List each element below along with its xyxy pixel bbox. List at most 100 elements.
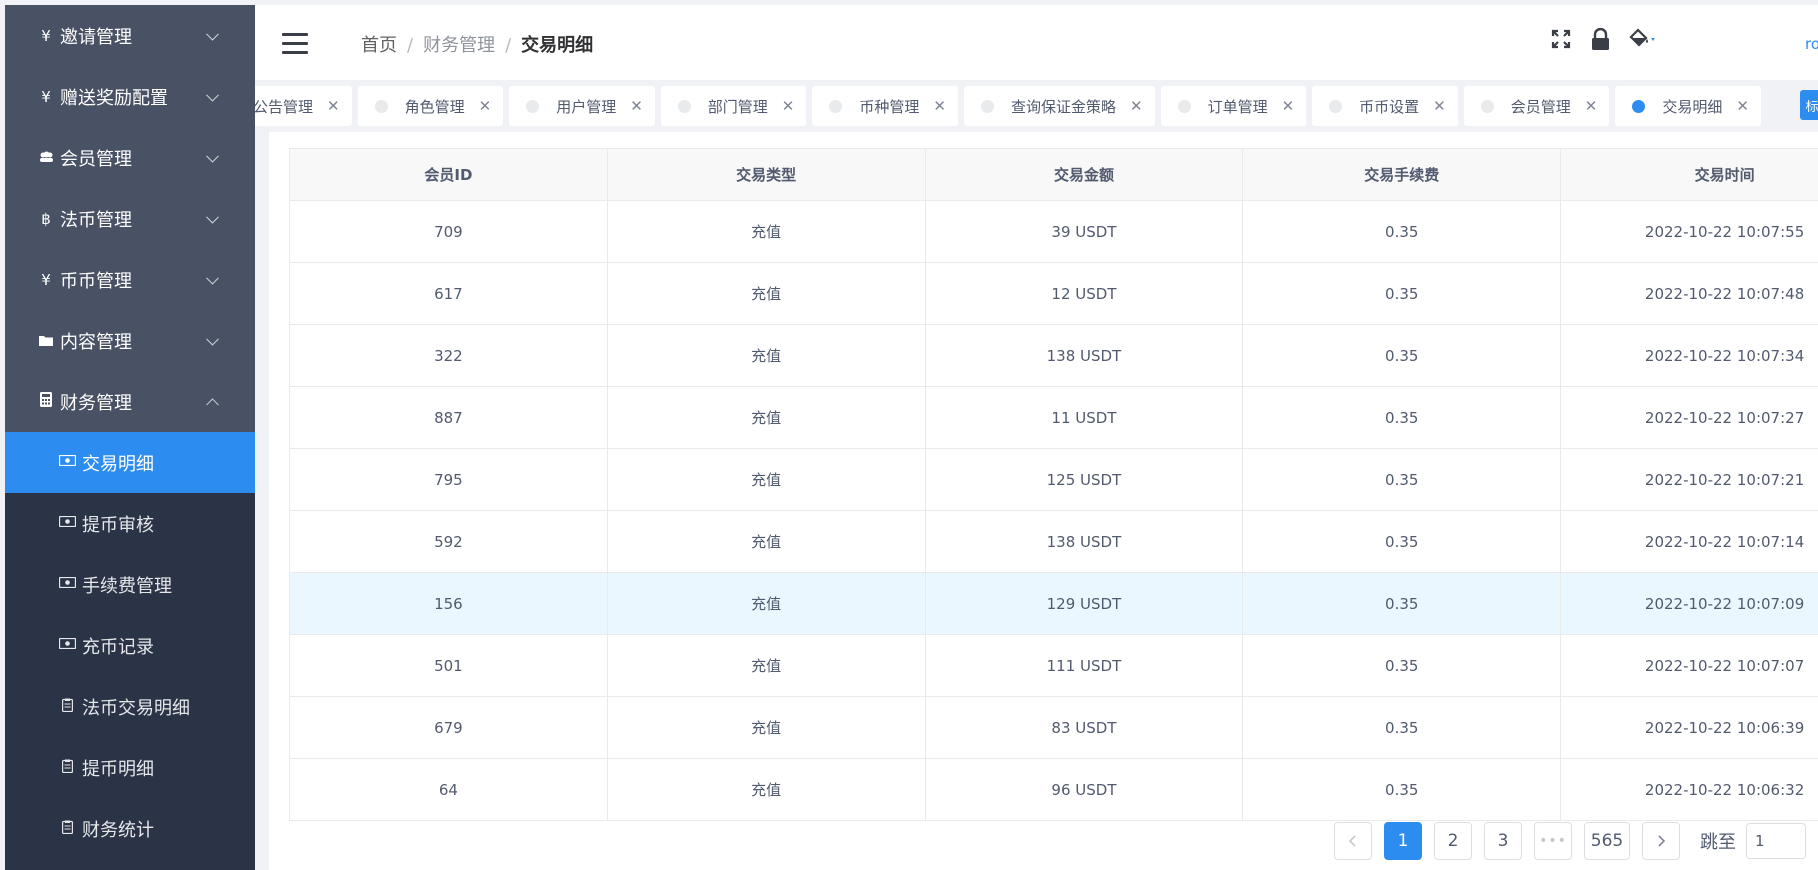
close-icon[interactable]: ✕ [933,97,946,115]
cell-member-id: 709 [289,200,608,263]
tab-status-dot [677,99,691,113]
cell-member-id: 617 [289,262,608,325]
menu-reward-config[interactable]: ¥ 赠送奖励配置 [5,66,255,127]
calculator-icon [36,392,56,411]
menu-coin[interactable]: ¥ 币币管理 [5,249,255,310]
tab-members[interactable]: 会员管理 ✕ [1463,86,1610,126]
menu-fiat[interactable]: ฿ 法币管理 [5,188,255,249]
table-row[interactable]: 709 充值 39 USDT 0.35 2022-10-22 10:07:55 [289,200,1818,263]
fullscreen-icon[interactable] [1550,27,1572,51]
table-row[interactable]: 887 充值 11 USDT 0.35 2022-10-22 10:07:27 [289,386,1818,449]
tab-orders[interactable]: 订单管理 ✕ [1160,86,1307,126]
cell-member-id: 679 [289,696,608,759]
sidebar-item-finance-stats[interactable]: 财务统计 [5,798,255,859]
tags-menu-button[interactable]: 标 [1800,90,1818,120]
sidebar-item-transaction-detail[interactable]: 交易明细 [5,432,255,493]
close-icon[interactable]: ✕ [630,97,643,115]
menu-members[interactable]: 会员管理 [5,127,255,188]
column-header: 会员ID [289,148,608,201]
cell-amount: 129 USDT [924,572,1244,635]
table-row[interactable]: 592 充值 138 USDT 0.35 2022-10-22 10:07:14 [289,510,1818,573]
lock-icon[interactable] [1589,27,1611,51]
tab-departments[interactable]: 部门管理 ✕ [660,86,807,126]
tab-status-dot [829,99,843,113]
money-icon [58,637,76,653]
tab-coin-settings[interactable]: 币币设置 ✕ [1312,86,1458,126]
cell-fee: 0.35 [1242,696,1562,759]
cell-amount: 83 USDT [924,696,1244,759]
cell-type: 充值 [606,758,926,821]
cell-type: 充值 [606,386,926,449]
sidebar-item-fee-management[interactable]: 手续费管理 [5,554,255,615]
cell-type: 充值 [606,510,926,573]
table-row[interactable]: 501 充值 111 USDT 0.35 2022-10-22 10:07:07 [289,634,1818,697]
next-page-button[interactable] [1642,822,1680,860]
sidebar-item-deposit-records[interactable]: 充币记录 [5,615,255,676]
close-icon[interactable]: ✕ [1736,97,1749,115]
tab-status-dot [1480,99,1494,113]
sidebar-item-withdraw-review[interactable]: 提币审核 [5,493,255,554]
cell-amount: 125 USDT [924,448,1244,511]
close-icon[interactable]: ✕ [1282,97,1295,115]
cell-time: 2022-10-22 10:07:21 [1560,448,1818,511]
bitcoin-icon: ฿ [41,209,51,228]
chevron-up-icon [206,397,219,411]
cell-type: 充值 [606,634,926,697]
hamburger-menu-icon[interactable] [282,33,308,60]
sidebar: ¥ 邀请管理 ¥ 赠送奖励配置 会员管理 ฿ 法币管理 ¥ 币币管理 内容管理 … [5,5,255,870]
menu-label: 币币管理 [60,270,132,292]
cell-time: 2022-10-22 10:07:48 [1560,262,1818,325]
main-content: 会员ID 交易类型 交易金额 交易手续费 交易时间 709 充值 39 USDT… [269,132,1818,870]
table-row[interactable]: 795 充值 125 USDT 0.35 2022-10-22 10:07:21 [289,448,1818,511]
sidebar-item-withdraw-details[interactable]: 提币明细 [5,737,255,798]
tab-margin-strategy[interactable]: 查询保证金策略 ✕ [963,86,1155,126]
sidebar-item-fiat-transactions[interactable]: 法币交易明细 [5,676,255,737]
tab-transaction-detail[interactable]: 交易明细 ✕ [1615,86,1761,126]
page-button-current[interactable]: 1 [1384,822,1422,860]
tab-label: 币币设置 [1359,97,1420,116]
cell-time: 2022-10-22 10:07:07 [1560,634,1818,697]
cell-fee: 0.35 [1242,448,1562,511]
cell-type: 充值 [606,324,926,387]
close-icon[interactable]: ✕ [327,97,340,115]
tab-users[interactable]: 用户管理 ✕ [509,86,655,126]
menu-label: 内容管理 [60,331,132,353]
tab-currencies[interactable]: 币种管理 ✕ [812,86,958,126]
cell-amount: 138 USDT [924,510,1244,573]
chevron-down-icon [206,149,219,163]
close-icon[interactable]: ✕ [1585,97,1598,115]
table-row[interactable]: 679 充值 83 USDT 0.35 2022-10-22 10:06:39 [289,696,1818,759]
user-name[interactable]: ro [1805,35,1818,53]
close-icon[interactable]: ✕ [1130,97,1143,115]
page-button-last[interactable]: 565 [1584,822,1630,860]
page-button[interactable]: 3 [1484,822,1522,860]
folder-icon [36,332,56,350]
table-row[interactable]: 617 充值 12 USDT 0.35 2022-10-22 10:07:48 [289,262,1818,325]
cell-member-id: 592 [289,510,608,573]
jump-page-input[interactable]: 1 [1746,823,1806,859]
breadcrumb-home[interactable]: 首页 [361,35,397,56]
menu-content[interactable]: 内容管理 [5,310,255,371]
breadcrumb-finance[interactable]: 财务管理 [423,35,495,56]
paint-bucket-icon[interactable] [1628,27,1660,51]
tags-bar: 公告管理 ✕ 角色管理 ✕ 用户管理 ✕ 部门管理 ✕ 币种管理 ✕ 查询保证金… [255,80,1818,132]
cell-fee: 0.35 [1242,200,1562,263]
table-row-highlighted[interactable]: 156 充值 129 USDT 0.35 2022-10-22 10:07:09 [289,572,1818,635]
prev-page-button[interactable] [1334,822,1372,860]
tab-status-dot [980,99,994,113]
chevron-down-icon [206,332,219,346]
close-icon[interactable]: ✕ [1433,97,1446,115]
page-ellipsis[interactable]: ••• [1534,822,1572,860]
table-row[interactable]: 322 充值 138 USDT 0.35 2022-10-22 10:07:34 [289,324,1818,387]
table-row[interactable]: 64 充值 96 USDT 0.35 2022-10-22 10:06:32 [289,758,1818,821]
chevron-down-icon [206,27,219,41]
menu-invite[interactable]: ¥ 邀请管理 [5,5,255,66]
close-icon[interactable]: ✕ [782,97,795,115]
menu-finance[interactable]: 财务管理 [5,371,255,432]
tab-announcement[interactable]: 公告管理 ✕ [255,86,352,126]
page-button[interactable]: 2 [1434,822,1472,860]
tab-roles[interactable]: 角色管理 ✕ [357,86,504,126]
close-icon[interactable]: ✕ [479,97,492,115]
money-icon [58,515,76,531]
tab-label: 会员管理 [1510,97,1571,116]
